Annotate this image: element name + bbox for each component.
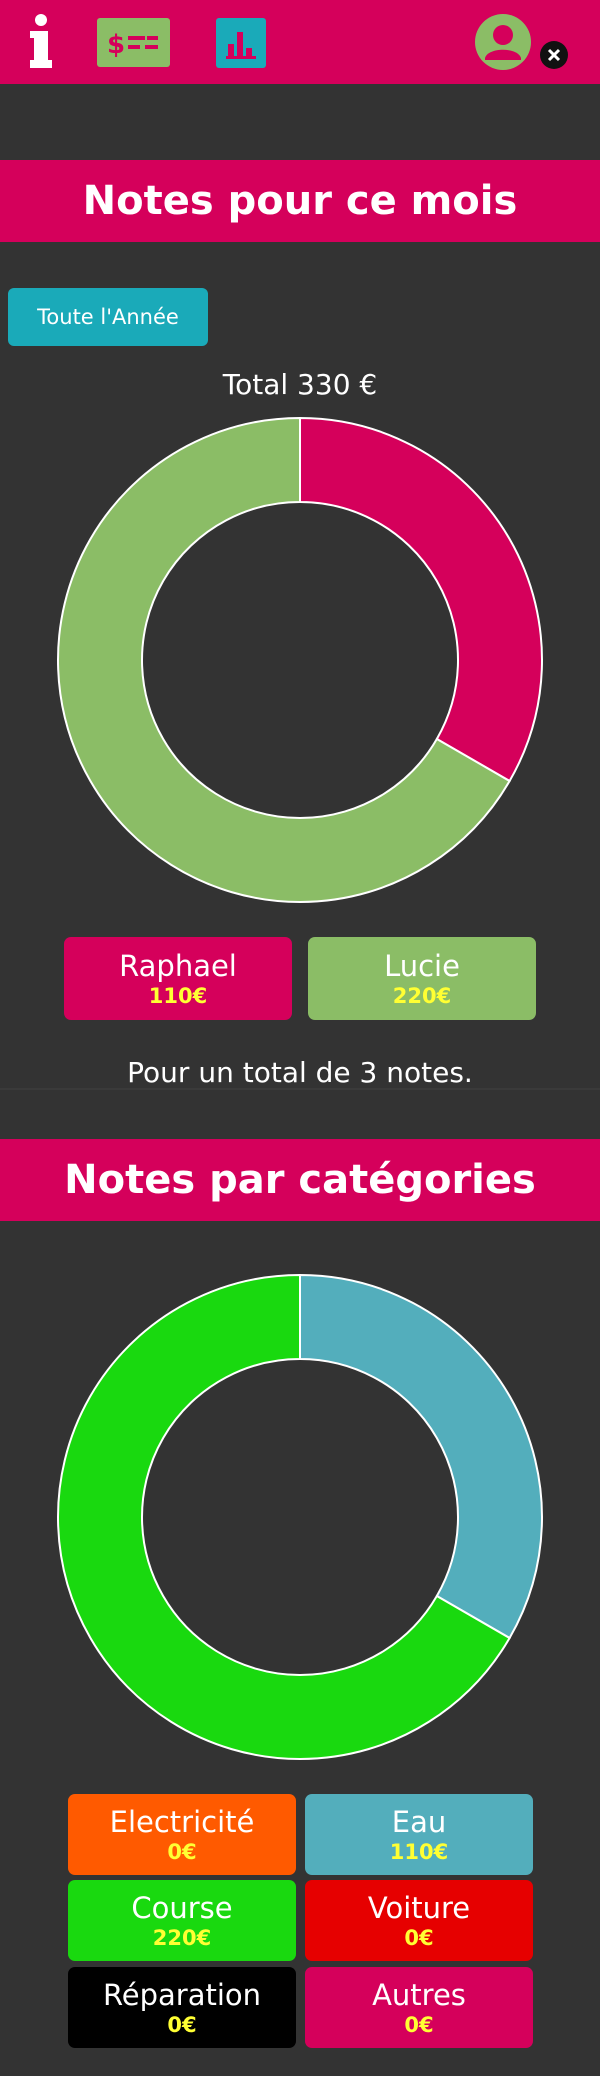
category-amount: 0€ xyxy=(404,1925,434,1950)
category-card-eau[interactable]: Eau 110€ xyxy=(305,1794,533,1875)
donut-slice-raphael xyxy=(299,416,543,783)
category-card-course[interactable]: Course 220€ xyxy=(68,1880,296,1961)
total-label: Total 330 € xyxy=(222,368,378,401)
donut-slice-eau xyxy=(299,1273,543,1640)
category-name: Réparation xyxy=(102,1977,262,2012)
legend-card-lucie[interactable]: Lucie 220€ xyxy=(308,937,536,1020)
category-card-reparation[interactable]: Réparation 0€ xyxy=(68,1967,296,2048)
legend-card-raphael[interactable]: Raphael 110€ xyxy=(64,937,292,1020)
legend-amount: 220€ xyxy=(392,983,452,1008)
category-amount: 0€ xyxy=(167,2012,197,2037)
category-name: Electricité xyxy=(109,1804,255,1839)
category-name: Autres xyxy=(372,1977,466,2012)
info-icon[interactable] xyxy=(28,14,54,70)
top-bar: $ xyxy=(0,0,600,84)
monthly-notes-title: Notes pour ce mois xyxy=(0,160,600,242)
category-notes-title: Notes par catégories xyxy=(0,1139,600,1221)
bar-chart-icon[interactable] xyxy=(216,18,266,68)
legend-name: Raphael xyxy=(119,948,237,983)
category-donut-chart xyxy=(57,1273,543,1760)
category-name: Eau xyxy=(391,1804,447,1839)
category-amount: 220€ xyxy=(152,1925,212,1950)
notes-count-text: Pour un total de 3 notes. xyxy=(127,1056,473,1089)
legend-amount: 110€ xyxy=(148,983,208,1008)
close-icon[interactable] xyxy=(539,40,569,70)
money-icon[interactable]: $ xyxy=(97,18,170,67)
section-divider xyxy=(0,1088,600,1090)
category-card-electricite[interactable]: Electricité 0€ xyxy=(68,1794,296,1875)
category-amount: 110€ xyxy=(389,1839,449,1864)
whole-year-button[interactable]: Toute l'Année xyxy=(8,288,208,346)
legend-name: Lucie xyxy=(384,948,460,983)
category-card-voiture[interactable]: Voiture 0€ xyxy=(305,1880,533,1961)
category-amount: 0€ xyxy=(404,2012,434,2037)
category-amount: 0€ xyxy=(167,1839,197,1864)
monthly-donut-chart xyxy=(57,416,543,903)
category-name: Voiture xyxy=(367,1890,471,1925)
category-name: Course xyxy=(131,1890,233,1925)
user-avatar-icon[interactable] xyxy=(475,14,531,70)
category-card-autres[interactable]: Autres 0€ xyxy=(305,1967,533,2048)
svg-text:$: $ xyxy=(107,30,125,60)
